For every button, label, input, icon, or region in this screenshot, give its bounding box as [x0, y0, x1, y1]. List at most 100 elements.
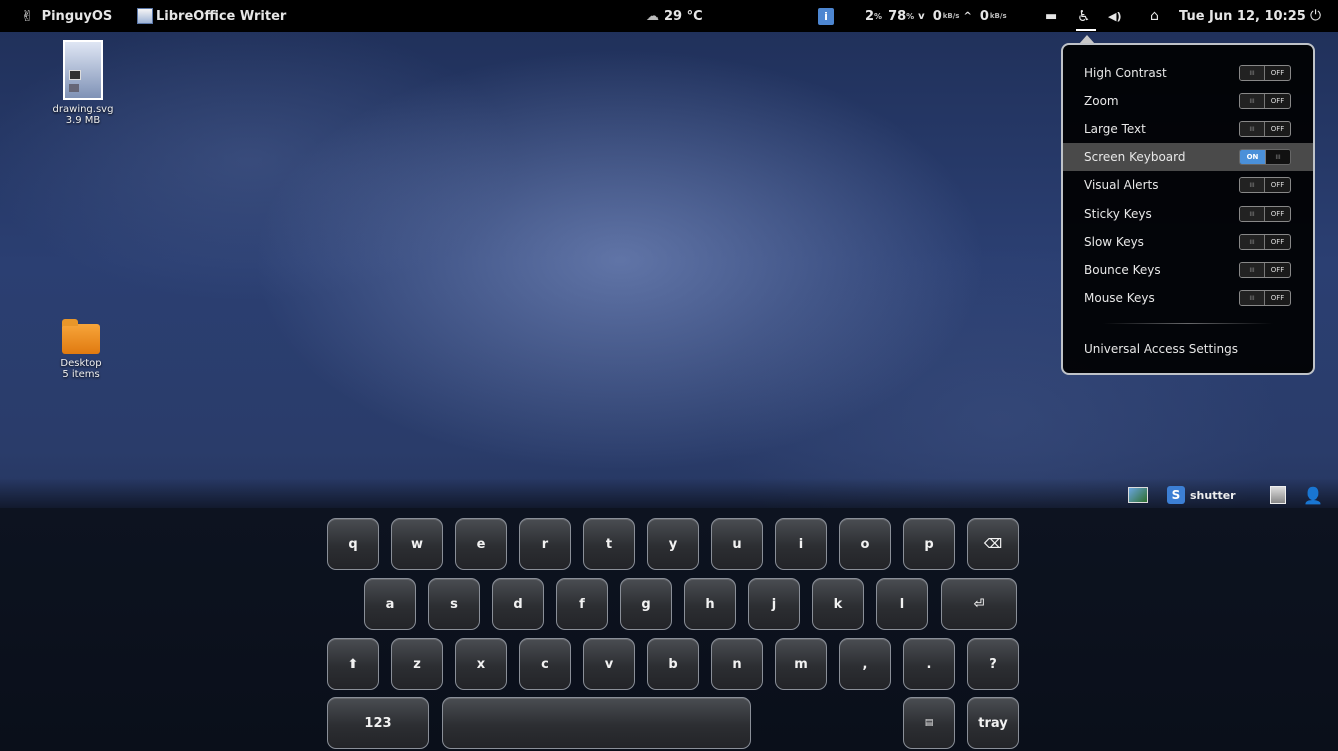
key-period[interactable]: . — [903, 638, 955, 690]
key-shift[interactable]: ⬆ — [327, 638, 379, 690]
toggle-grip: III — [1240, 122, 1266, 136]
key-d[interactable]: d — [492, 578, 544, 630]
activities-button[interactable]: ✌ PinguyOS — [21, 0, 112, 32]
toggle-state: OFF — [1270, 294, 1285, 302]
clock[interactable]: Tue Jun 12, 10:25 — [1179, 0, 1306, 32]
key-q[interactable]: q — [327, 518, 379, 570]
key-f[interactable]: f — [556, 578, 608, 630]
key-w[interactable]: w — [391, 518, 443, 570]
key-y[interactable]: y — [647, 518, 699, 570]
toggle-switch-mouse-keys[interactable]: III OFF — [1239, 290, 1291, 306]
desktop-folder-desktop[interactable]: Desktop 5 items — [46, 319, 116, 380]
volume-indicator[interactable]: ◀) — [1108, 0, 1122, 32]
key-t[interactable]: t — [583, 518, 635, 570]
key-n[interactable]: n — [711, 638, 763, 690]
menu-item-slow-keys[interactable]: Slow Keys III OFF — [1063, 228, 1313, 256]
toggle-switch-large-text[interactable]: III OFF — [1239, 121, 1291, 137]
shutter-label: shutter — [1190, 488, 1236, 502]
key-e[interactable]: e — [455, 518, 507, 570]
accessibility-icon: ♿ — [1077, 7, 1091, 25]
weather-indicator[interactable]: ☁ 29 °C — [646, 0, 703, 32]
menu-item-label: Sticky Keys — [1084, 207, 1152, 221]
tray-photo-item[interactable] — [1128, 485, 1148, 505]
toggle-state: OFF — [1270, 266, 1285, 274]
key-z[interactable]: z — [391, 638, 443, 690]
key-b[interactable]: b — [647, 638, 699, 690]
menu-item-mouse-keys[interactable]: Mouse Keys III OFF — [1063, 284, 1313, 312]
pinguy-logo-icon: ✌ — [21, 7, 34, 25]
system-monitor-icon — [1270, 486, 1286, 504]
toggle-grip: III — [1240, 94, 1266, 108]
menu-item-label: High Contrast — [1084, 66, 1167, 80]
on-screen-keyboard: q w e r t y u i o p ⌫ a s d f g h j k l ⏎ ⬆ z x c v b n m,.? 123 ▤ tray — [0, 508, 1338, 751]
info-indicator[interactable]: i — [818, 0, 834, 32]
universal-access-settings-item[interactable]: Universal Access Settings — [1063, 335, 1313, 363]
key-i[interactable]: i — [775, 518, 827, 570]
cloud-icon: ☁ — [646, 8, 659, 24]
shutter-icon: S — [1167, 486, 1185, 504]
toggle-switch-screen-keyboard[interactable]: ON III — [1239, 149, 1291, 165]
net-up-unit: kB/s — [989, 12, 1007, 20]
network-indicator[interactable]: ⌂ — [1150, 0, 1159, 32]
menu-item-label: Large Text — [1084, 122, 1146, 136]
app-menu-label: LibreOffice Writer — [156, 8, 287, 24]
key-l[interactable]: l — [876, 578, 928, 630]
key-v[interactable]: v — [583, 638, 635, 690]
toggle-switch-slow-keys[interactable]: III OFF — [1239, 234, 1291, 250]
key-tray[interactable]: tray — [967, 697, 1019, 749]
key-m[interactable]: m — [775, 638, 827, 690]
toggle-switch-high-contrast[interactable]: III OFF — [1239, 65, 1291, 81]
key-question[interactable]: ? — [967, 638, 1019, 690]
key-a[interactable]: a — [364, 578, 416, 630]
key-enter[interactable]: ⏎ — [941, 578, 1017, 630]
menu-item-screen-keyboard[interactable]: Screen Keyboard ON III — [1063, 143, 1313, 171]
menu-item-sticky-keys[interactable]: Sticky Keys III OFF — [1063, 200, 1313, 228]
keyboard-layout-icon[interactable]: ▤ — [903, 697, 955, 749]
toggle-switch-sticky-keys[interactable]: III OFF — [1239, 206, 1291, 222]
tray-monitor-item[interactable] — [1270, 485, 1286, 505]
mem-percent: % — [906, 11, 915, 21]
menu-item-label: Zoom — [1084, 94, 1119, 108]
menu-item-zoom[interactable]: Zoom III OFF — [1063, 87, 1313, 115]
key-g[interactable]: g — [620, 578, 672, 630]
toggle-switch-visual-alerts[interactable]: III OFF — [1239, 177, 1291, 193]
key-space[interactable] — [442, 697, 751, 749]
key-j[interactable]: j — [748, 578, 800, 630]
key-r[interactable]: r — [519, 518, 571, 570]
power-menu[interactable]: ⏻ — [1310, 0, 1321, 32]
menu-item-visual-alerts[interactable]: Visual Alerts III OFF — [1063, 171, 1313, 199]
volume-icon: ◀) — [1108, 9, 1122, 23]
a11y-indicator[interactable]: ♿ — [1077, 0, 1090, 32]
menu-item-label: Slow Keys — [1084, 235, 1144, 249]
key-p[interactable]: p — [903, 518, 955, 570]
menu-item-large-text[interactable]: Large Text III OFF — [1063, 115, 1313, 143]
menu-item-bounce-keys[interactable]: Bounce Keys III OFF — [1063, 256, 1313, 284]
files-indicator[interactable]: ▬ — [1045, 0, 1057, 32]
toggle-switch-bounce-keys[interactable]: III OFF — [1239, 262, 1291, 278]
toggle-grip: III — [1240, 178, 1266, 192]
menu-item-label: Mouse Keys — [1084, 291, 1155, 305]
toggle-state: OFF — [1270, 181, 1285, 189]
desktop-file-drawing[interactable]: drawing.svg 3.9 MB — [48, 40, 118, 126]
toggle-state: OFF — [1270, 210, 1285, 218]
toggle-switch-zoom[interactable]: III OFF — [1239, 93, 1291, 109]
toggle-grip: III — [1240, 235, 1266, 249]
key-comma[interactable]: , — [839, 638, 891, 690]
menu-item-label: Visual Alerts — [1084, 178, 1159, 192]
key-h[interactable]: h — [684, 578, 736, 630]
key-c[interactable]: c — [519, 638, 571, 690]
key-backspace[interactable]: ⌫ — [967, 518, 1019, 570]
down-arrow-icon: v — [918, 10, 925, 22]
key-x[interactable]: x — [455, 638, 507, 690]
key-o[interactable]: o — [839, 518, 891, 570]
key-s[interactable]: s — [428, 578, 480, 630]
key-numbers[interactable]: 123 — [327, 697, 429, 749]
menu-item-high-contrast[interactable]: High Contrast III OFF — [1063, 59, 1313, 87]
system-monitor[interactable]: 2% 78% v 0 kB/s ^ 0 kB/s — [865, 0, 1007, 32]
tray-user-item[interactable]: 👤 — [1303, 485, 1323, 505]
network-icon: ⌂ — [1150, 8, 1159, 24]
app-menu[interactable]: LibreOffice Writer — [137, 0, 286, 32]
tray-shutter-item[interactable]: S shutter — [1167, 485, 1236, 505]
key-u[interactable]: u — [711, 518, 763, 570]
key-k[interactable]: k — [812, 578, 864, 630]
